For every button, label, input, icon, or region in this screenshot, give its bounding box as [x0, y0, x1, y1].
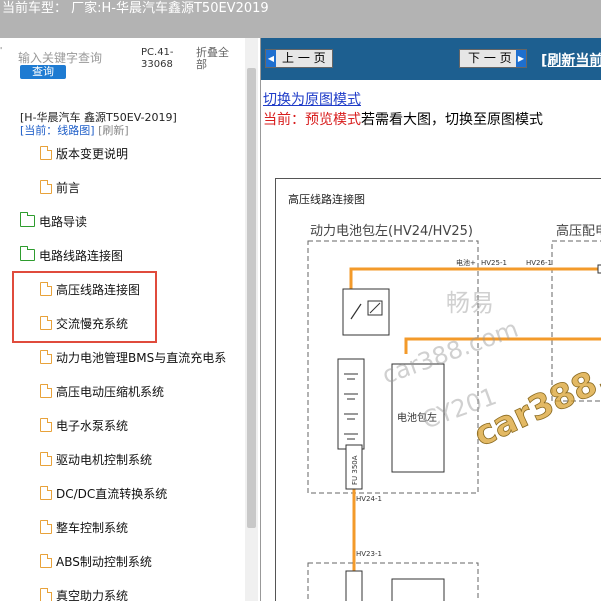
search-area: ' 查询 PC.41-33068 折叠全部	[0, 38, 258, 86]
tree-scrollbar[interactable]	[245, 38, 258, 601]
pc-code: PC.41-33068	[141, 47, 174, 70]
wiring-diagram[interactable]: 高压线路连接图 动力电池包左(HV24/HV25) 高压配电 电池+ HV25-…	[275, 178, 601, 601]
watermark-text: 畅易	[446, 289, 494, 317]
fuse-lower	[345, 570, 363, 601]
scroll-thumb[interactable]	[247, 68, 256, 528]
refresh-page-link[interactable]: [刷新当前	[541, 50, 601, 70]
tree-item-label: ABS制动控制系统	[56, 554, 152, 569]
connector-label: 电池+	[456, 258, 476, 267]
battery-section-label: 动力电池包左(HV24/HV25)	[310, 224, 473, 239]
tree-item-label: 电子水泵系统	[56, 418, 129, 433]
tree-item-label: 电路线路连接图	[39, 248, 124, 263]
tree-item-label: 驱动电机控制系统	[56, 452, 153, 467]
tree-item-label: 电路导读	[39, 214, 88, 229]
document-icon	[40, 520, 52, 534]
tree-item-version-changes[interactable]: 版本变更说明	[40, 136, 128, 170]
connector-label: HV25-1	[481, 259, 507, 267]
switch-original-mode-link[interactable]: 切换为原图模式	[263, 89, 361, 109]
next-page-button[interactable]: 下 一 页 ▶	[459, 49, 527, 68]
watermark-text: car388.com	[378, 315, 521, 390]
wiring-diagram-svg: 高压线路连接图 动力电池包左(HV24/HV25) 高压配电 电池+ HV25-…	[288, 192, 601, 601]
mode-status: 当前：预览模式若需看大图，切换至原图模式	[263, 109, 543, 129]
tree-item-vehicle-control[interactable]: 整车控制系统	[40, 510, 128, 544]
left-panel: ' 查询 PC.41-33068 折叠全部 [H-华晨汽车 鑫源T50EV-20…	[0, 38, 258, 601]
tree-item-compressor[interactable]: 高压电动压缩机系统	[40, 374, 164, 408]
diagram-title: 高压线路连接图	[288, 192, 365, 206]
battery-pack-lower	[391, 578, 445, 601]
tree-folder-circuit-guide[interactable]: 电路导读	[20, 204, 87, 238]
mode-hint: 若需看大图，切换至原图模式	[361, 112, 543, 128]
document-icon	[40, 350, 52, 364]
next-page-label: 下 一 页	[468, 51, 512, 65]
tree-item-label: 高压电动压缩机系统	[56, 384, 165, 399]
content-panel: ◀ 上 一 页 下 一 页 ▶ [刷新当前 切换为原图模式 当前：预览模式若需看…	[260, 38, 601, 601]
folder-icon	[20, 212, 35, 227]
document-icon	[40, 588, 52, 601]
document-icon	[40, 418, 52, 432]
document-icon	[40, 554, 52, 568]
page-title: 当前车型： 厂家:H-华晨汽车鑫源T50EV2019	[2, 1, 269, 16]
search-button[interactable]: 查询	[20, 65, 66, 79]
connector-label: HV23-1	[356, 550, 382, 558]
document-icon	[40, 486, 52, 500]
selection-highlight	[12, 271, 157, 343]
tick-mark: '	[0, 46, 3, 55]
distribution-section-label: 高压配电	[556, 223, 601, 239]
connector-label: HV26-1	[526, 259, 552, 267]
tree-item-label: 前言	[56, 180, 81, 195]
tree-item-water-pump[interactable]: 电子水泵系统	[40, 408, 128, 442]
tree-item-label: DC/DC直流转换系统	[56, 486, 168, 501]
search-input[interactable]	[18, 50, 134, 66]
tree-item-label: 整车控制系统	[56, 520, 129, 535]
title-bar: 当前车型： 厂家:H-华晨汽车鑫源T50EV2019	[0, 0, 601, 38]
folder-open-icon	[20, 246, 35, 261]
arrow-left-icon: ◀	[266, 50, 276, 67]
tree-item-abs[interactable]: ABS制动控制系统	[40, 544, 152, 578]
connector-label: HV24-1	[356, 495, 382, 503]
tree-item-dcdc[interactable]: DC/DC直流转换系统	[40, 476, 167, 510]
document-icon	[40, 180, 52, 194]
tree-item-label: 动力电池管理BMS与直流充电系	[56, 350, 227, 365]
page-nav-bar: ◀ 上 一 页 下 一 页 ▶ [刷新当前	[261, 38, 601, 80]
collapse-all-button[interactable]: 折叠全部	[196, 47, 236, 71]
tree-item-motor-control[interactable]: 驱动电机控制系统	[40, 442, 152, 476]
tree-item-bms[interactable]: 动力电池管理BMS与直流充电系	[40, 340, 226, 374]
tree-item-label: 版本变更说明	[56, 146, 129, 161]
battery-cells	[337, 358, 365, 450]
document-icon	[40, 146, 52, 160]
prev-page-label: 上 一 页	[282, 51, 326, 65]
prev-page-button[interactable]: ◀ 上 一 页	[265, 49, 333, 68]
tree-item-label: 真空助力系统	[56, 588, 129, 601]
tree-folder-circuit-connections[interactable]: 电路线路连接图	[20, 238, 123, 272]
tree-item-preface[interactable]: 前言	[40, 170, 80, 204]
mode-current: 当前：预览模式	[263, 112, 361, 128]
document-icon	[40, 384, 52, 398]
tree-item-vacuum-booster[interactable]: 真空助力系统	[40, 578, 128, 601]
fuse-label: FU 350A	[351, 455, 359, 485]
arrow-right-icon: ▶	[516, 50, 526, 67]
document-icon	[40, 452, 52, 466]
